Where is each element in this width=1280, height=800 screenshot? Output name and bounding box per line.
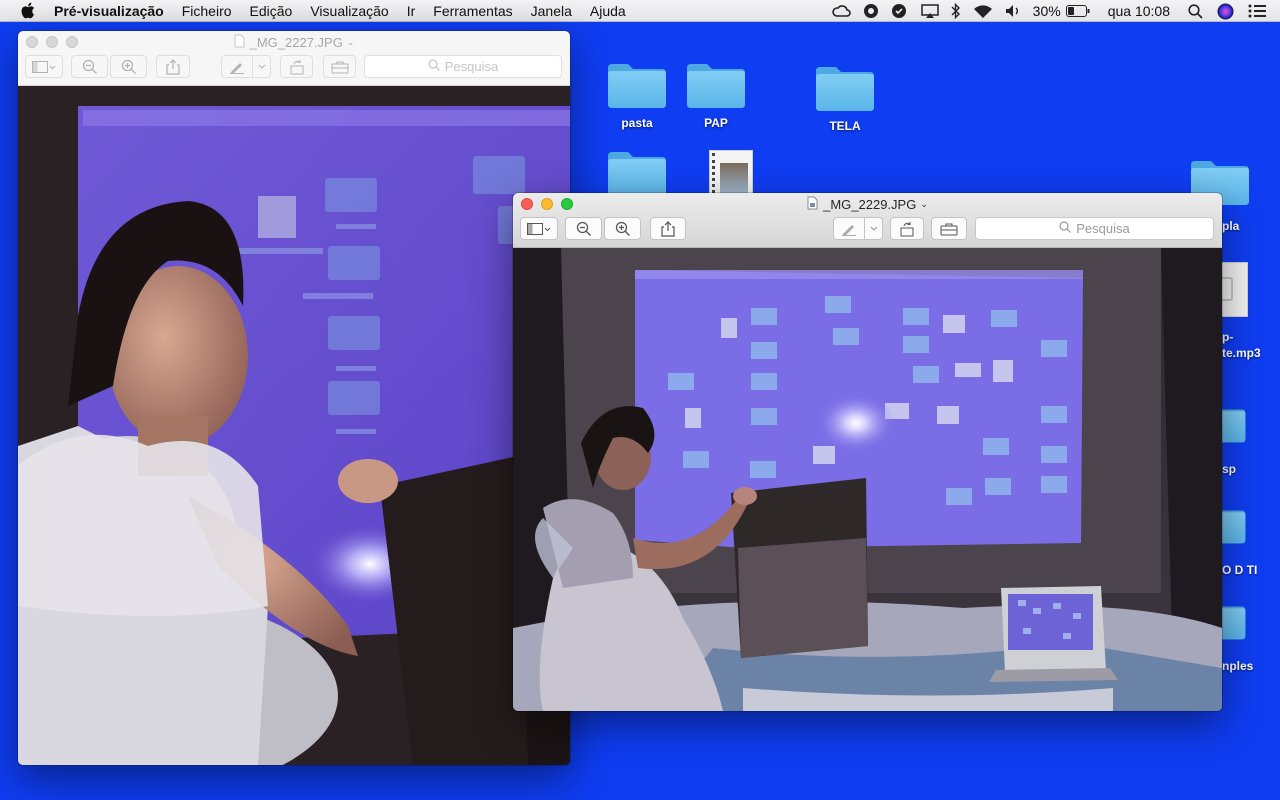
shield-check-icon[interactable] [891,3,909,19]
window-title[interactable]: _MG_2227.JPG ⌄ [18,34,570,51]
photo-mg2227[interactable] [18,86,570,765]
desktop-icon-label: TELA [829,119,861,133]
search-placeholder: Pesquisa [444,59,499,74]
desktop-icon-label-p: p- [1222,330,1234,344]
creative-cloud-icon[interactable] [831,4,851,18]
search-icon [428,59,440,74]
menu-edicao[interactable]: Edição [250,3,293,19]
sidebar-toggle-button[interactable] [25,55,63,78]
folder-icon [606,60,668,110]
sync-icon[interactable] [863,3,879,19]
toolbox-button[interactable] [323,55,356,78]
desktop-document-thumbnail[interactable] [709,150,753,195]
menu-ajuda[interactable]: Ajuda [590,3,626,19]
clock[interactable]: qua 10:08 [1108,3,1170,19]
airplay-icon[interactable] [920,3,939,19]
notification-center-icon[interactable] [1248,4,1266,18]
menu-ir[interactable]: Ir [407,3,416,19]
zoom-out-button[interactable] [71,55,108,78]
menu-ficheiro[interactable]: Ficheiro [182,3,232,19]
chevron-down-icon: ⌄ [920,199,928,209]
desktop-folder-pasta[interactable]: pasta [592,60,682,130]
desktop-icon-label-odti: O D TI [1222,563,1258,577]
desktop-icon-label: pasta [621,116,653,130]
preview-window-mg2229[interactable]: _MG_2229.JPG ⌄ Pesquisa [513,193,1222,711]
volume-icon[interactable] [1005,4,1021,18]
desktop-icon-label-mp3: te.mp3 [1222,346,1261,360]
sidebar-toggle-button[interactable] [520,217,558,240]
rotate-button[interactable] [890,217,924,240]
desktop-icon-label-sp: sp [1222,462,1237,476]
battery-icon[interactable] [1065,5,1090,17]
document-icon [234,34,245,51]
status-area: 30% qua 10:08 [819,0,1280,22]
toolbox-button[interactable] [931,217,967,240]
desktop-folder-tela[interactable]: TELA [800,63,890,133]
markup-button[interactable] [221,55,253,78]
search-field[interactable]: Pesquisa [975,217,1214,240]
zoom-out-button[interactable] [565,217,602,240]
siri-icon[interactable] [1217,3,1234,20]
photo-mg2229[interactable] [513,248,1222,711]
search-field[interactable]: Pesquisa [364,55,562,78]
desktop-folder-pap[interactable]: PAP [671,60,761,130]
window-titlebar[interactable]: _MG_2229.JPG ⌄ Pesquisa [513,193,1222,248]
window-title-text: _MG_2227.JPG [249,35,343,50]
folder-icon [685,60,747,110]
search-icon [1059,221,1072,236]
share-button[interactable] [650,217,686,240]
desktop-icon-label-pla: pla [1222,219,1240,233]
desktop-icon-label: PAP [704,116,728,130]
folder-icon [814,63,876,113]
folder-icon [606,148,668,198]
wifi-icon[interactable] [973,4,993,19]
markup-button[interactable] [833,217,865,240]
spotlight-icon[interactable] [1188,3,1203,19]
chevron-down-icon: ⌄ [346,37,355,47]
markup-dropdown-button[interactable] [865,217,883,240]
bluetooth-icon[interactable] [951,3,961,19]
battery-percent[interactable]: 30% [1033,3,1061,19]
window-titlebar[interactable]: _MG_2227.JPG ⌄ Pesquisa [18,31,570,86]
menu-bar: Pré-visualização Ficheiro Edição Visuali… [0,0,1280,22]
document-image-icon [720,163,748,193]
markup-dropdown-button[interactable] [253,55,271,78]
rotate-button[interactable] [280,55,313,78]
window-title-text: _MG_2229.JPG [823,197,917,212]
menu-visualizacao[interactable]: Visualização [310,3,388,19]
desktop-folder-unnamed[interactable] [592,148,682,198]
menu-janela[interactable]: Janela [531,3,572,19]
menu-app-name[interactable]: Pré-visualização [54,3,164,19]
preview-window-mg2227[interactable]: _MG_2227.JPG ⌄ Pesquisa [18,31,570,765]
menu-ferramentas[interactable]: Ferramentas [433,3,512,19]
spiral-binding [712,153,716,193]
apple-icon[interactable] [18,2,36,20]
zoom-in-button[interactable] [110,55,147,78]
share-button[interactable] [156,55,190,78]
zoom-in-button[interactable] [604,217,641,240]
window-title[interactable]: _MG_2229.JPG ⌄ [513,196,1222,213]
document-icon [807,196,818,213]
desktop-icon-label-nples: nples [1222,659,1254,673]
search-placeholder: Pesquisa [1076,221,1130,236]
